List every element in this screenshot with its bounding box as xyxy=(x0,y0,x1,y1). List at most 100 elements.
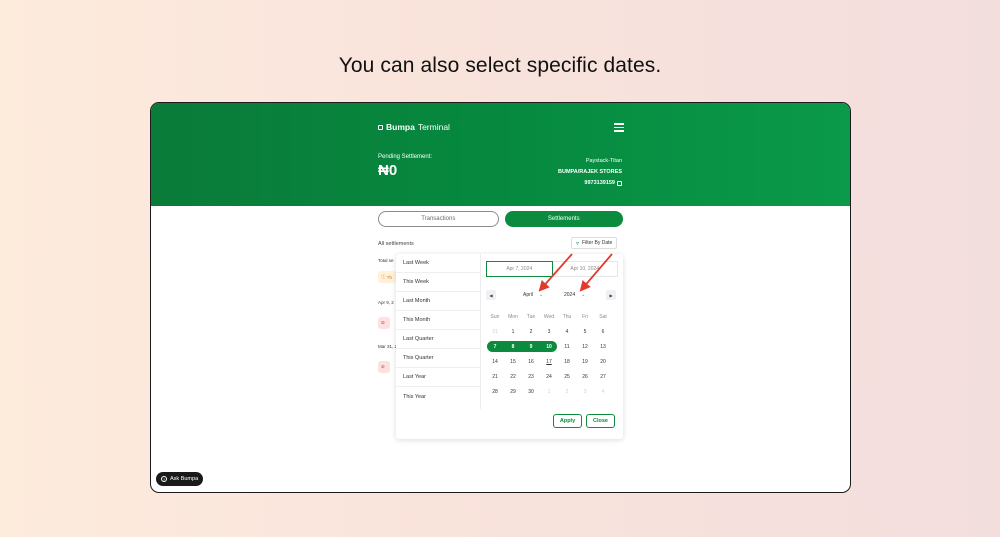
year-value: 2024 xyxy=(564,292,576,298)
tab-transactions[interactable]: Transactions xyxy=(378,211,499,227)
calendar-day[interactable]: 18 xyxy=(558,359,576,365)
preset-item[interactable]: Last Year xyxy=(396,368,480,387)
weekday-label: Thu xyxy=(562,313,572,320)
calendar-day[interactable]: 2 xyxy=(558,389,576,395)
pending-settlement-value: ₦0 xyxy=(378,162,398,179)
account-number-row: 9973139159 xyxy=(584,178,622,189)
calendar-day[interactable]: 6 xyxy=(594,329,612,335)
calendar-day[interactable]: 12 xyxy=(576,344,594,350)
preset-item[interactable]: Last Month xyxy=(396,292,480,311)
help-icon: ? xyxy=(161,476,167,482)
calendar-day[interactable]: 7 xyxy=(486,344,504,350)
weekday-label: Mon xyxy=(508,313,518,320)
calendar-day[interactable]: 19 xyxy=(576,359,594,365)
failed-icon: ⊘ xyxy=(378,317,390,329)
info-icon: ⓘ xyxy=(381,274,386,279)
calendar-day[interactable]: 17 xyxy=(540,359,558,365)
weekday-label: Wed xyxy=(543,313,555,320)
calendar-day[interactable]: 27 xyxy=(594,374,612,380)
calendar-day[interactable]: 5 xyxy=(576,329,594,335)
settlement-date: Mar 31, 2 xyxy=(378,344,398,349)
brand: Bumpa Terminal xyxy=(378,122,450,132)
calendar-week-row: 14 15 16 17 18 19 20 xyxy=(486,354,612,369)
weekday-header-row: Sun Mon Tue Wed Thu Fri Sat xyxy=(486,309,612,324)
calendar-day[interactable]: 21 xyxy=(486,374,504,380)
month-value: April xyxy=(523,292,534,298)
calendar-day[interactable]: 9 xyxy=(522,344,540,350)
status-badge-text: Th xyxy=(386,274,393,280)
weekday-label: Tue xyxy=(526,313,536,320)
calendar-day[interactable]: 20 xyxy=(594,359,612,365)
calendar-day[interactable]: 24 xyxy=(540,374,558,380)
calendar-day[interactable]: 10 xyxy=(540,344,558,350)
account-info: Paystack-Titan BUMPA/RAJEK STORES 997313… xyxy=(558,156,622,189)
preset-item[interactable]: This Week xyxy=(396,273,480,292)
weekday-label: Sat xyxy=(599,313,607,320)
brand-sub: Terminal xyxy=(417,122,450,132)
calendar-day[interactable]: 8 xyxy=(504,344,522,350)
calendar-day[interactable]: 26 xyxy=(576,374,594,380)
close-button[interactable]: Close xyxy=(586,414,615,428)
year-select[interactable]: 2024 ⌄ xyxy=(564,290,585,300)
calendar-day[interactable]: 1 xyxy=(540,389,558,395)
preset-item[interactable]: This Quarter xyxy=(396,349,480,368)
app-window: Bumpa Terminal Pending Settlement: ₦0 Pa… xyxy=(150,102,851,493)
settlement-date: Apr 9, 2 xyxy=(378,300,394,305)
filter-by-date-button[interactable]: ▿ Filter By Date xyxy=(571,237,618,249)
start-date-input[interactable]: Apr 7, 2024 xyxy=(486,261,553,277)
calendar-day[interactable]: 4 xyxy=(558,329,576,335)
calendar-day[interactable]: 29 xyxy=(504,389,522,395)
calendar-week-row: 28 29 30 1 2 3 4 xyxy=(486,384,612,399)
apply-button[interactable]: Apply xyxy=(553,414,582,428)
calendar-day[interactable]: 30 xyxy=(522,389,540,395)
calendar-nav: ◀ April ⌄ 2024 ⌄ ▶ xyxy=(486,290,616,301)
prev-month-icon[interactable]: ◀ xyxy=(486,290,496,300)
ask-bumpa-label: Ask Bumpa xyxy=(170,476,199,482)
calendar-day[interactable]: 22 xyxy=(504,374,522,380)
preset-item[interactable]: Last Quarter xyxy=(396,330,480,349)
calendar-day[interactable]: 3 xyxy=(540,329,558,335)
calendar-day[interactable]: 23 xyxy=(522,374,540,380)
failed-icon: ⊘ xyxy=(378,361,390,373)
calendar-day[interactable]: 1 xyxy=(504,329,522,335)
calendar-day[interactable]: 11 xyxy=(558,344,576,350)
calendar-day[interactable]: 25 xyxy=(558,374,576,380)
end-date-input[interactable]: Apr 10, 2024 xyxy=(552,261,618,277)
pending-settlement-label: Pending Settlement: xyxy=(378,154,433,160)
calendar-day[interactable]: 28 xyxy=(486,389,504,395)
filter-label: Filter By Date xyxy=(582,240,613,246)
calendar-day[interactable]: 31 xyxy=(486,329,504,335)
calendar-day[interactable]: 15 xyxy=(504,359,522,365)
calendar-day[interactable]: 4 xyxy=(594,389,612,395)
calendar-day[interactable]: 3 xyxy=(576,389,594,395)
calendar-day[interactable]: 13 xyxy=(594,344,612,350)
calendar-day[interactable]: 2 xyxy=(522,329,540,335)
calendar-day[interactable]: 16 xyxy=(522,359,540,365)
date-filter-popover: Last Week This Week Last Month This Month La… xyxy=(396,254,623,439)
tab-settlements[interactable]: Settlements xyxy=(504,211,623,227)
month-select[interactable]: April ⌄ xyxy=(523,290,543,300)
popover-actions: Apply Close xyxy=(553,414,615,428)
preset-item[interactable]: This Month xyxy=(396,311,480,330)
menu-icon[interactable] xyxy=(614,123,624,132)
status-badge: ⓘ Th xyxy=(378,271,396,283)
calendar-grid: Sun Mon Tue Wed Thu Fri Sat 31 1 2 3 4 5 6 7 8 9 10 11 12 13… xyxy=(486,309,612,399)
list-title: All settlements xyxy=(378,241,414,247)
preset-item[interactable]: Last Week xyxy=(396,254,480,273)
chevron-down-icon: ⌄ xyxy=(581,292,586,298)
copy-icon[interactable] xyxy=(617,181,622,186)
calendar-day[interactable]: 14 xyxy=(486,359,504,365)
bumpa-logo-icon xyxy=(378,124,383,130)
next-month-icon[interactable]: ▶ xyxy=(606,290,616,300)
preset-item[interactable]: This Year xyxy=(396,387,480,406)
calendar-week-row: 7 8 9 10 11 12 13 xyxy=(486,339,612,354)
tabs: Transactions Settlements xyxy=(378,211,623,227)
calendar-week-row: 31 1 2 3 4 5 6 xyxy=(486,324,612,339)
header-banner: Bumpa Terminal Pending Settlement: ₦0 Pa… xyxy=(151,103,850,206)
provider: Paystack-Titan xyxy=(585,158,622,164)
chevron-down-icon: ⌄ xyxy=(539,292,544,298)
filter-icon: ▿ xyxy=(576,240,580,247)
ask-bumpa-button[interactable]: ? Ask Bumpa xyxy=(156,472,204,486)
headline: You can also select specific dates. xyxy=(338,54,662,77)
total-settlement-label: Total se xyxy=(378,258,394,263)
